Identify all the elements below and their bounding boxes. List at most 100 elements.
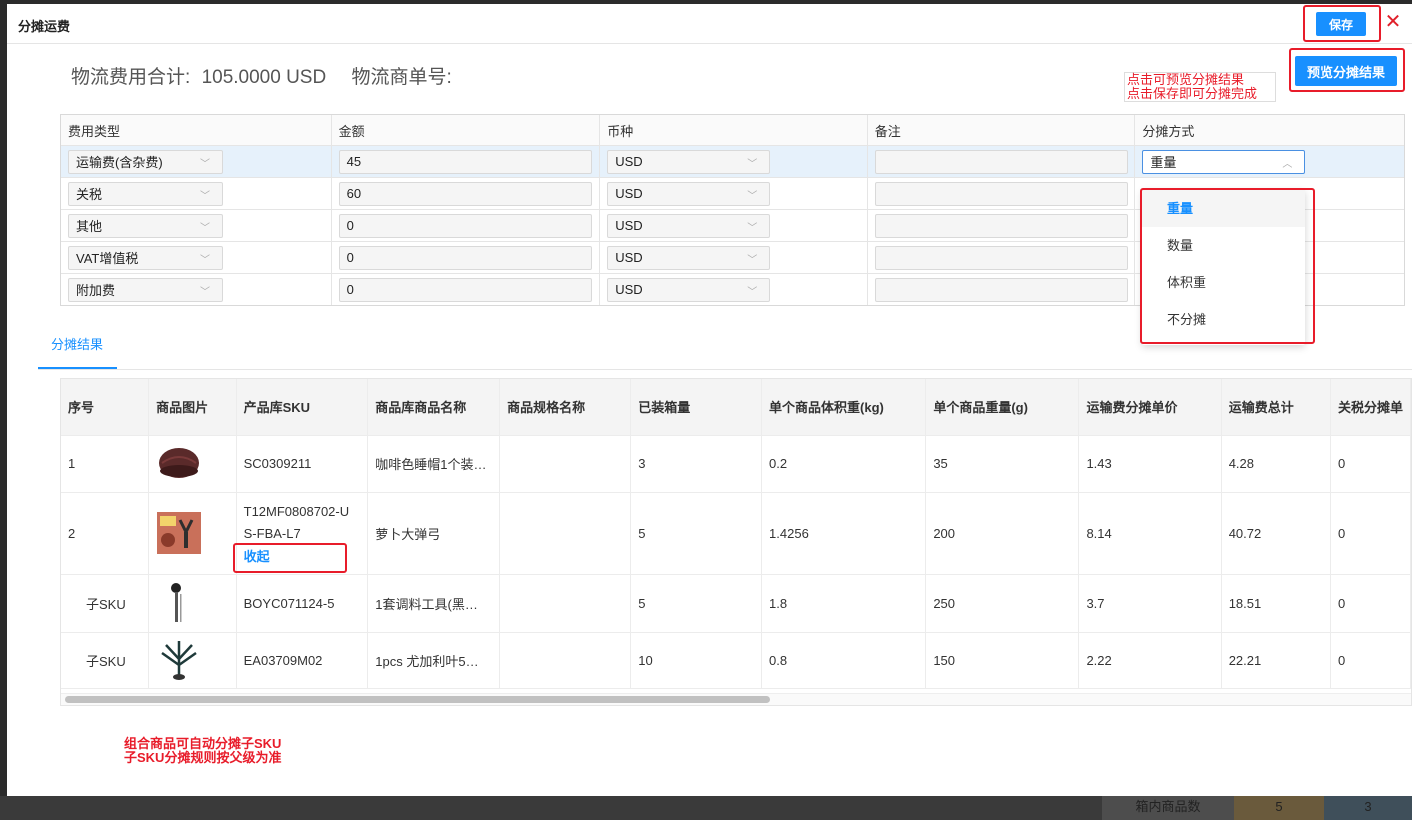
amount-input[interactable]: 0 [338,245,592,270]
column-header: 单个商品体积重(kg) [761,379,927,436]
amount-input[interactable]: 60 [338,181,592,206]
currency-select[interactable]: USD ﹀ [607,213,771,238]
currency-value: USD [615,154,643,169]
packed-qty: 10 [630,632,763,689]
collapse-link[interactable]: 收起 [244,546,367,568]
total-value: 105.0000 USD [201,67,327,88]
packed-qty: 5 [630,492,763,575]
fee-type-value: 附加费 [76,283,116,298]
table-row: 2 T12MF0808702-U S-FBA-L7 收起 萝卜大弹弓 5 1.4… [61,492,1411,575]
table-header-row: 序号 商品图片 产品库SKU 商品库商品名称 商品规格名称 已装箱量 单个商品体… [61,379,1411,436]
spec-name [499,632,632,689]
background-cell: 3 [1324,796,1412,820]
background-cell: 5 [1234,796,1324,820]
save-button[interactable]: 保存 [1316,12,1366,36]
volume-weight: 1.8 [761,574,927,633]
column-header: 费用类型 [68,123,121,139]
packed-qty: 5 [630,574,763,633]
sku: S-FBA-L7 [243,525,301,541]
allocate-freight-dialog: 分摊运费 保存 ✕ 物流费用合计: 105.0000 USD 物流商单号: 预览… [7,4,1412,796]
product-image [148,492,237,575]
unit-weight: 35 [925,435,1080,493]
fee-type-select[interactable]: 运输费(含杂费) ﹀ [68,149,223,174]
row-index: 2 [61,492,150,575]
volume-weight: 0.8 [761,632,927,689]
fee-type-select[interactable]: 其他 ﹀ [68,213,223,238]
note-input[interactable] [874,277,1128,302]
freight-total: 40.72 [1221,492,1332,575]
column-header: 运输费总计 [1221,379,1332,436]
product-name: 1pcs 尤加利叶5… [367,632,501,689]
note-input[interactable] [874,149,1128,174]
volume-weight: 1.4256 [761,492,927,575]
currency-select[interactable]: USD ﹀ [607,245,771,270]
sku: EA03709M02 [236,632,369,689]
fee-type-select[interactable]: 附加费 ﹀ [68,277,223,302]
cost-summary: 物流费用合计: 105.0000 USD 物流商单号: [71,62,458,89]
brush-image [171,583,182,622]
close-icon[interactable]: ✕ [1383,11,1403,33]
freight-unit-price: 2.22 [1078,632,1222,689]
product-name: 咖啡色睡帽1个装… [367,435,501,493]
column-header: 序号 [61,379,150,436]
amount-input[interactable]: 45 [338,149,592,174]
dropdown-option[interactable]: 重量 [1142,190,1305,227]
volume-weight: 0.2 [761,435,927,493]
annotation-line: 点击可预览分摊结果 [1127,72,1245,87]
scrollbar-thumb[interactable] [65,696,770,703]
sku: T12MF0808702-U [243,503,350,519]
column-header: 商品规格名称 [499,379,632,436]
column-header: 关税分摊单 [1330,379,1411,436]
fee-type-value: 其他 [76,219,103,234]
preview-allocation-button[interactable]: 预览分摊结果 [1295,56,1397,86]
chevron-down-icon: ﹀ [747,286,758,298]
currency-value: USD [615,186,643,201]
freight-total: 18.51 [1221,574,1332,633]
result-table: 序号 商品图片 产品库SKU 商品库商品名称 商品规格名称 已装箱量 单个商品体… [61,379,1411,689]
sku: SC0309211 [236,435,369,493]
tab-allocation-result[interactable]: 分摊结果 [51,334,103,353]
total-label: 物流费用合计: [71,67,191,88]
table-row: 1 SC0309211 咖啡色睡帽1个装… 3 0.2 35 1.43 4.28… [61,435,1411,493]
allocation-method-select[interactable]: 重量 ︿ [1142,149,1306,174]
sleep-cap-image [159,447,200,478]
dropdown-option[interactable]: 不分摊 [1142,301,1305,338]
annotation-line: 组合商品可自动分摊子SKU [124,736,282,751]
chevron-down-icon: ﹀ [200,254,210,266]
freight-unit-price: 8.14 [1078,492,1222,575]
product-image [148,435,237,493]
table-row: 子SKU EA03709M02 1pcs 尤加利叶5… 10 0.8 150 2… [61,632,1411,689]
chevron-down-icon: ﹀ [200,158,210,170]
chevron-up-icon: ︿ [1282,158,1293,170]
bundle-annotation: 组合商品可自动分摊子SKU 子SKU分摊规则按父级为准 [124,737,281,765]
chevron-down-icon: ﹀ [747,190,758,202]
fee-type-select[interactable]: 关税 ﹀ [68,181,223,206]
fee-type-select[interactable]: VAT增值税 ﹀ [68,245,223,270]
tracking-label: 物流商单号: [351,67,452,88]
note-input[interactable] [874,213,1128,238]
product-image [148,632,237,689]
preview-save-annotation: 点击可预览分摊结果 点击保存即可分摊完成 [1124,72,1276,102]
column-header: 币种 [599,115,867,145]
amount-input[interactable]: 0 [338,277,592,302]
freight-unit-price: 1.43 [1078,435,1222,493]
dropdown-option[interactable]: 数量 [1142,227,1305,264]
column-header: 商品图片 [148,379,237,436]
cost-row: 运输费(含杂费) ﹀ 45 USD ﹀ 重量 ︿ [61,145,1404,177]
chevron-down-icon: ﹀ [747,158,758,170]
row-index: 子SKU [61,632,150,689]
note-input[interactable] [874,245,1128,270]
currency-select[interactable]: USD ﹀ [607,181,771,206]
tariff-allocation: 0 [1330,435,1411,493]
unit-weight: 150 [925,632,1080,689]
currency-select[interactable]: USD ﹀ [607,277,771,302]
amount-input[interactable]: 0 [338,213,592,238]
dropdown-option[interactable]: 体积重 [1142,264,1305,301]
product-name: 萝卜大弹弓 [367,492,501,575]
currency-select[interactable]: USD ﹀ [607,149,771,174]
column-header: 运输费分摊单价 [1078,379,1222,436]
annotation-line: 子SKU分摊规则按父级为准 [124,750,282,765]
chevron-down-icon: ﹀ [747,254,758,266]
spec-name [499,574,632,633]
note-input[interactable] [874,181,1128,206]
